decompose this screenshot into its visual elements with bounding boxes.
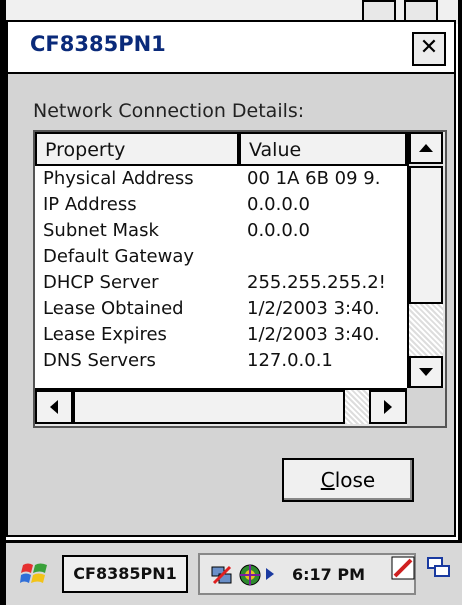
horizontal-scrollbar[interactable] <box>35 388 407 426</box>
list-item[interactable]: DHCP Server 255.255.255.2! <box>35 272 407 298</box>
horizontal-scroll-thumb[interactable] <box>73 390 345 424</box>
column-header-property[interactable]: Property <box>35 132 239 166</box>
value-cell: 1/2/2003 3:40. <box>247 298 380 319</box>
value-cell: 1/2/2003 3:40. <box>247 324 380 345</box>
task-button[interactable]: CF8385PN1 <box>62 555 188 593</box>
list-item[interactable]: Lease Expires 1/2/2003 3:40. <box>35 324 407 350</box>
taskbar: CF8385PN1 6:17 PM <box>6 540 462 605</box>
property-cell: IP Address <box>43 194 137 215</box>
value-cell: 00 1A 6B 09 9. <box>247 168 381 189</box>
system-tray: 6:17 PM <box>198 553 416 595</box>
property-cell: DHCP Server <box>43 272 159 293</box>
value-cell: 0.0.0.0 <box>247 220 310 241</box>
arrow-down-icon <box>419 368 433 376</box>
network-details-dialog: CF8385PN1 ✕ Network Connection Details: … <box>6 20 456 537</box>
title-bar: CF8385PN1 ✕ <box>8 22 454 74</box>
value-cell: 127.0.0.1 <box>247 350 333 371</box>
arrow-up-icon <box>419 144 433 152</box>
list-rows: Physical Address 00 1A 6B 09 9. IP Addres… <box>35 168 407 376</box>
scroll-down-button[interactable] <box>409 356 443 388</box>
scroll-up-button[interactable] <box>409 132 443 164</box>
value-cell <box>239 246 407 272</box>
vertical-scrollbar[interactable] <box>407 132 445 390</box>
close-icon[interactable]: ✕ <box>412 32 446 66</box>
list-item[interactable]: Physical Address 00 1A 6B 09 9. <box>35 168 407 194</box>
start-icon[interactable] <box>20 559 50 589</box>
close-button-label: lose <box>334 468 376 492</box>
property-cell: DNS Servers <box>43 350 156 371</box>
section-label: Network Connection Details: <box>33 100 305 122</box>
list-item[interactable]: Default Gateway <box>35 246 407 272</box>
value-cell: 0.0.0.0 <box>247 194 310 215</box>
windows-switch-icon[interactable] <box>426 555 452 581</box>
vertical-scroll-thumb[interactable] <box>409 166 443 304</box>
expand-arrow-icon[interactable] <box>266 568 274 580</box>
close-button[interactable]: Close <box>282 458 414 502</box>
close-button-accelerator: C <box>320 468 335 492</box>
list-item[interactable]: DNS Servers 127.0.0.1 <box>35 350 407 376</box>
scroll-right-button[interactable] <box>369 390 407 424</box>
screen-border <box>458 0 462 540</box>
scrollbar-corner <box>407 388 445 426</box>
vertical-scroll-track[interactable] <box>409 304 443 356</box>
screen: CF8385PN1 ✕ Network Connection Details: … <box>0 0 462 605</box>
network-icon[interactable] <box>210 563 234 587</box>
list-item[interactable]: Lease Obtained 1/2/2003 3:40. <box>35 298 407 324</box>
horizontal-scroll-track[interactable] <box>345 390 369 424</box>
network-details-list[interactable]: Property Value Physical Address 00 1A 6B … <box>33 130 447 428</box>
stylus-icon[interactable] <box>390 555 416 581</box>
arrow-right-icon <box>384 400 392 414</box>
clock[interactable]: 6:17 PM <box>292 565 365 584</box>
column-header-value[interactable]: Value <box>239 132 407 166</box>
scroll-left-button[interactable] <box>35 390 73 424</box>
property-cell: Default Gateway <box>43 246 195 267</box>
dialog-title: CF8385PN1 <box>30 32 166 56</box>
property-cell: Subnet Mask <box>43 220 159 241</box>
property-cell: Lease Expires <box>43 324 167 345</box>
property-cell: Physical Address <box>43 168 194 189</box>
arrow-left-icon <box>50 400 58 414</box>
list-header: Property Value <box>35 132 407 166</box>
property-cell: Lease Obtained <box>43 298 184 319</box>
value-cell: 255.255.255.2! <box>247 272 386 293</box>
list-item[interactable]: IP Address 0.0.0.0 <box>35 194 407 220</box>
connection-icon[interactable] <box>238 563 262 587</box>
list-item[interactable]: Subnet Mask 0.0.0.0 <box>35 220 407 246</box>
